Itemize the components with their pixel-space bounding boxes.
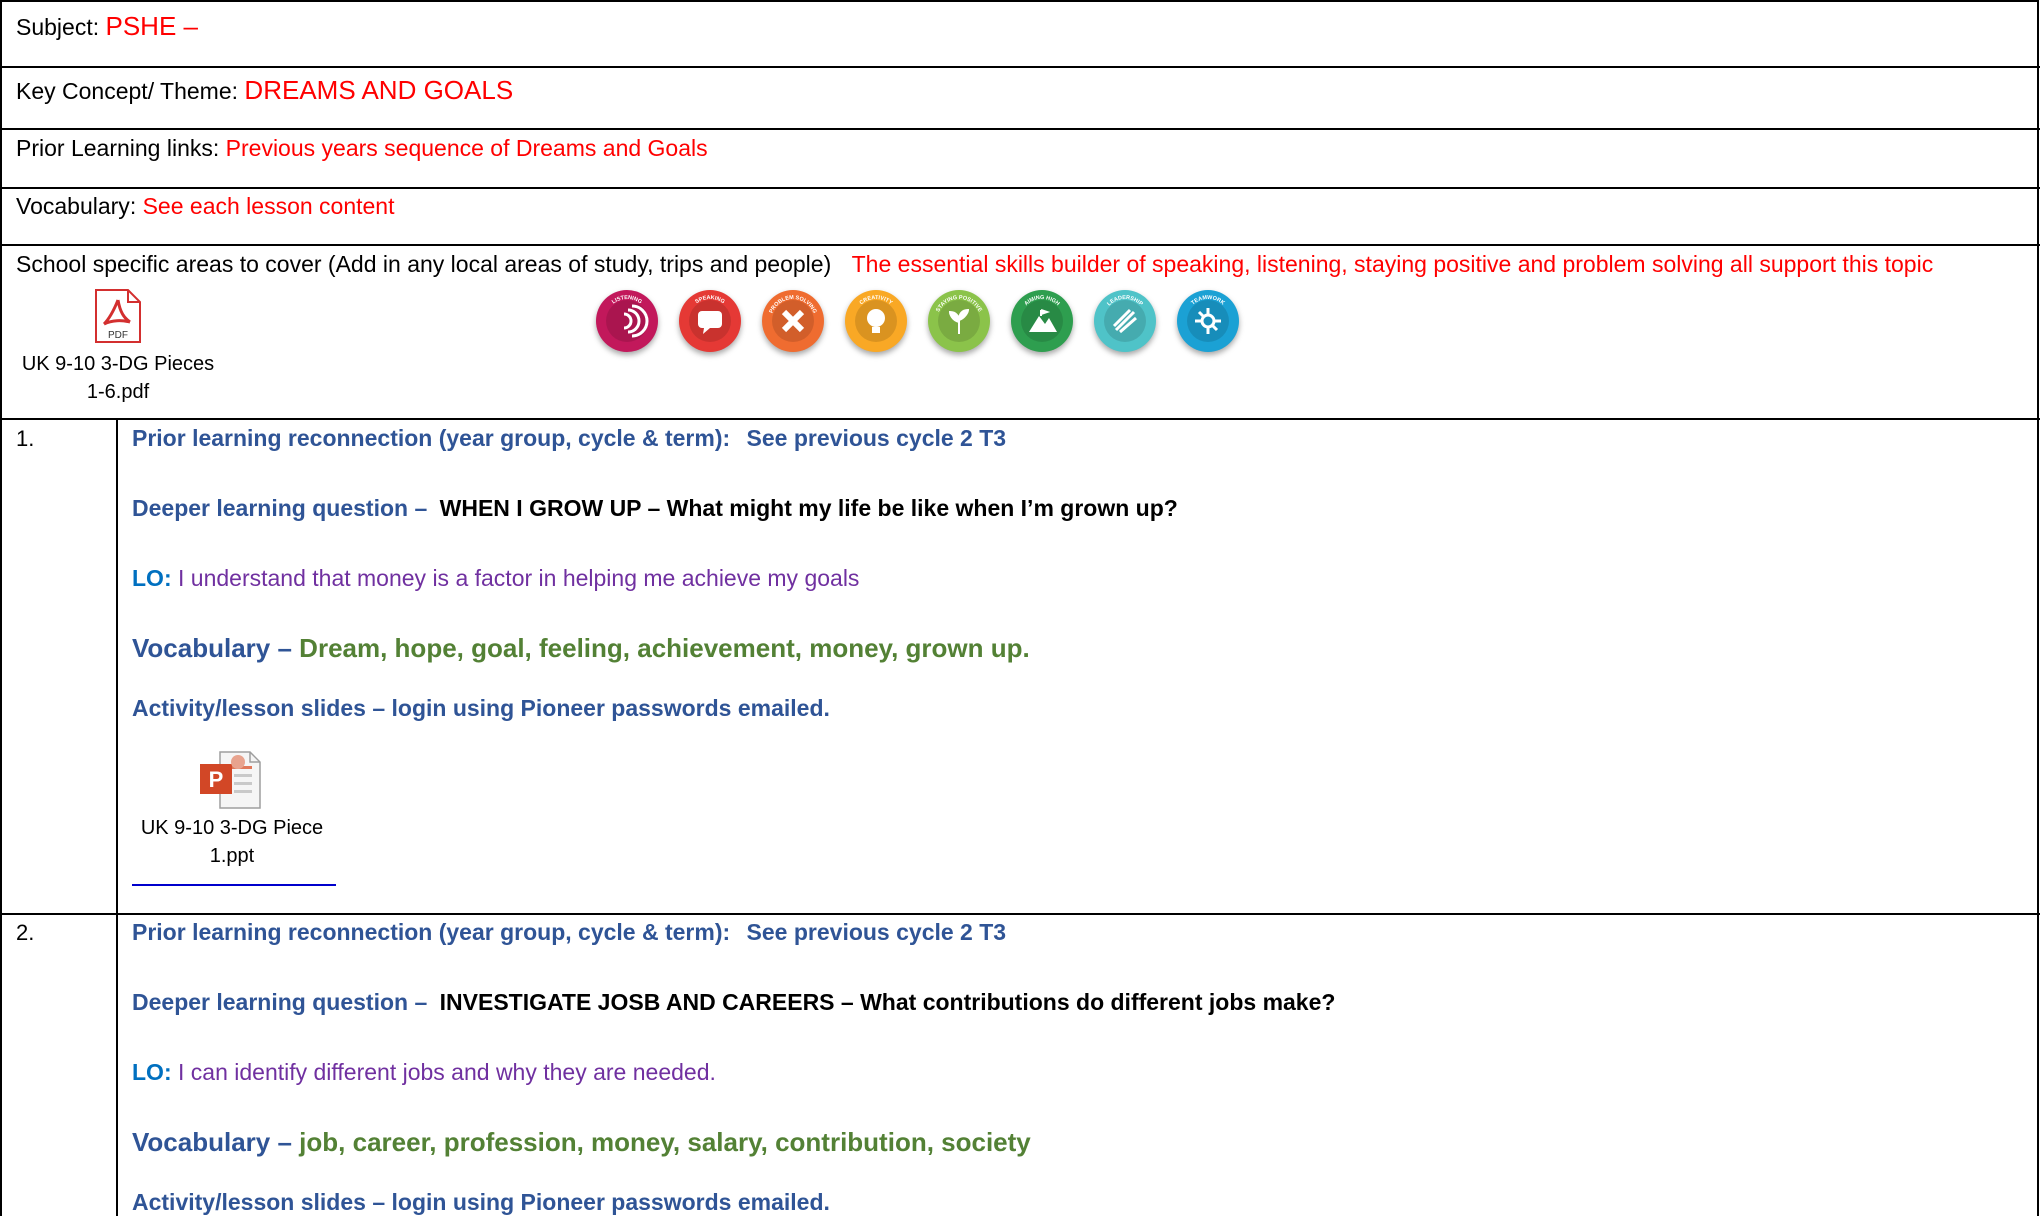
lesson-prior-value: See previous cycle 2 T3	[746, 425, 1007, 451]
school-value: The essential skills builder of speaking…	[851, 251, 1934, 277]
lesson-lo-label: LO:	[132, 1059, 172, 1085]
subject-label: Subject:	[16, 14, 100, 40]
staying-positive-badge-icon: STAYING POSITIVE	[928, 290, 990, 352]
powerpoint-attachment-name[interactable]: UK 9-10 3-DG Piece 1.ppt	[126, 814, 338, 870]
problem-solving-badge-icon: PROBLEM SOLVING	[762, 290, 824, 352]
theme-label: Key Concept/ Theme	[16, 78, 232, 104]
listening-badge-icon: LISTENING	[596, 290, 658, 352]
row-divider	[0, 128, 2040, 130]
attachment-underline	[132, 884, 336, 886]
ppt-name-line2: 1.ppt	[209, 845, 255, 867]
vocab-colon: :	[129, 193, 137, 219]
svg-text:PDF: PDF	[108, 330, 128, 341]
lesson-question-label: Deeper learning question –	[132, 495, 428, 521]
vocab-label: Vocabulary	[16, 193, 130, 219]
prior-label: Prior Learning links:	[16, 135, 220, 161]
subject-row: Subject: PSHE –	[16, 12, 198, 41]
pdf-attachment-name[interactable]: UK 9-10 3-DG Pieces 1-6.pdf	[14, 350, 222, 406]
lesson-prior-label: Prior learning reconnection (year group,…	[132, 425, 731, 451]
lesson-activity: Activity/lesson slides – login using Pio…	[132, 694, 830, 722]
aiming-high-badge-icon: AIMING HIGH	[1011, 290, 1073, 352]
lesson-activity-text: Activity/lesson slides – login using Pio…	[132, 1189, 830, 1215]
lesson-question-value: WHEN I GROW UP – What might my life be l…	[439, 495, 1178, 521]
theme-row: Key Concept/ Theme: DREAMS AND GOALS	[16, 76, 513, 105]
lesson-lo-value: I can identify different jobs and why th…	[178, 1059, 716, 1085]
lesson-prior-value: See previous cycle 2 T3	[746, 919, 1007, 945]
row-divider	[0, 418, 2040, 420]
lesson-plan-document: Subject: PSHE – Key Concept/ Theme: DREA…	[0, 0, 2042, 1216]
subject-value: PSHE –	[105, 11, 199, 41]
lesson-question-value: INVESTIGATE JOSB AND CAREERS – What cont…	[439, 989, 1336, 1015]
row-divider	[0, 244, 2040, 246]
vocab-value: See each lesson content	[142, 193, 395, 219]
lesson-prior: Prior learning reconnection (year group,…	[132, 424, 1006, 452]
pdf-attachment-icon[interactable]: PDF	[92, 288, 142, 344]
teamwork-badge-icon: TEAMWORK	[1177, 290, 1239, 352]
prior-row: Prior Learning links: Previous years seq…	[16, 134, 708, 162]
prior-value: Previous years sequence of Dreams and Go…	[225, 135, 708, 161]
theme-value: DREAMS AND GOALS	[244, 75, 514, 105]
row-divider	[0, 187, 2040, 189]
lesson-objective: LO: I understand that money is a factor …	[132, 564, 859, 592]
lesson-lo-label: LO:	[132, 565, 172, 591]
theme-colon: :	[231, 78, 239, 104]
pdf-name-line2: 1-6.pdf	[86, 381, 150, 403]
lesson-prior-label: Prior learning reconnection (year group,…	[132, 919, 731, 945]
pdf-name-line1: UK 9-10 3-DG Pieces	[21, 353, 215, 375]
lesson-vocab-value: job, career, profession, money, salary, …	[299, 1127, 1031, 1157]
column-divider	[116, 418, 118, 1216]
lesson-vocab-label: Vocabulary –	[132, 633, 292, 663]
lesson-vocabulary: Vocabulary – job, career, profession, mo…	[132, 1128, 1031, 1156]
school-row: School specific areas to cover (Add in a…	[16, 250, 1933, 278]
leadership-badge-icon: LEADERSHIP	[1094, 290, 1156, 352]
ppt-name-line1: UK 9-10 3-DG Piece	[140, 817, 324, 839]
lesson-vocab-label: Vocabulary –	[132, 1127, 292, 1157]
lesson-number: 1.	[16, 426, 35, 451]
row-divider	[0, 913, 2040, 915]
school-label: School specific areas to cover (Add in a…	[16, 251, 832, 277]
row-divider	[0, 66, 2040, 68]
lesson-question: Deeper learning question – INVESTIGATE J…	[132, 988, 1335, 1016]
lesson-prior: Prior learning reconnection (year group,…	[132, 918, 1006, 946]
svg-text:P: P	[209, 767, 224, 792]
lesson-question: Deeper learning question – WHEN I GROW U…	[132, 494, 1178, 522]
speaking-badge-icon: SPEAKING	[679, 290, 741, 352]
lesson-vocab-value: Dream, hope, goal, feeling, achievement,…	[299, 633, 1030, 663]
lesson-activity-text: Activity/lesson slides – login using Pio…	[132, 695, 830, 721]
lesson-activity: Activity/lesson slides – login using Pio…	[132, 1188, 830, 1216]
lesson-number: 2.	[16, 920, 35, 945]
powerpoint-attachment-icon[interactable]: P	[198, 750, 264, 812]
lesson-vocabulary: Vocabulary – Dream, hope, goal, feeling,…	[132, 634, 1030, 662]
vocab-row: Vocabulary: See each lesson content	[16, 192, 395, 220]
lesson-objective: LO: I can identify different jobs and wh…	[132, 1058, 716, 1086]
table-frame	[0, 0, 2039, 1216]
lesson-lo-value: I understand that money is a factor in h…	[178, 565, 860, 591]
lesson-question-label: Deeper learning question –	[132, 989, 428, 1015]
creativity-badge-icon: CREATIVITY	[845, 290, 907, 352]
